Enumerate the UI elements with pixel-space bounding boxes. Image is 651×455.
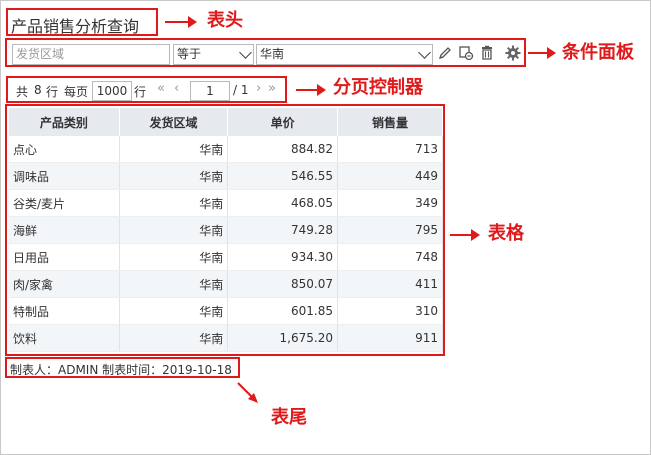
cell-category: 海鲜	[9, 216, 120, 244]
condition-arrow-icon	[528, 47, 556, 59]
table-row: 日用品 华南 934.30 748	[9, 243, 444, 271]
current-page-input[interactable]: 1	[190, 81, 230, 101]
pager-per-page-label: 每页	[64, 85, 89, 99]
cell-region: 华南	[119, 324, 229, 352]
cell-price: 884.82	[227, 136, 338, 163]
column-header[interactable]: 发货区域	[119, 108, 229, 136]
chevron-down-icon	[239, 46, 252, 59]
annotation-table: 表格	[488, 223, 524, 244]
column-header[interactable]: 销售量	[337, 108, 444, 136]
cell-quantity: 310	[337, 297, 444, 325]
data-table-box: 产品类别 发货区域 单价 销售量 点心 华南 884.82 713 调味品 华南…	[5, 104, 445, 356]
cell-quantity: 449	[337, 162, 444, 190]
table-row: 特制品 华南 601.85 310	[9, 297, 444, 325]
column-header[interactable]: 产品类别	[9, 108, 120, 136]
pager-panel: 共 8 行 每页 1000 行 « ‹ 1 / 1 › »	[6, 76, 287, 103]
cell-price: 1,675.20	[227, 324, 338, 352]
cell-price: 749.28	[227, 216, 338, 244]
pager-per-page-suffix: 行	[134, 85, 147, 99]
report-footer-box: 制表人：ADMIN 制表时间：2019-10-18	[5, 357, 240, 378]
per-page-input[interactable]: 1000	[92, 81, 132, 101]
pager-total: 8	[34, 83, 42, 97]
cell-category: 肉/家禽	[9, 270, 120, 298]
cell-category: 日用品	[9, 243, 120, 271]
cell-category: 饮料	[9, 324, 120, 352]
cell-category: 调味品	[9, 162, 120, 190]
edit-icon[interactable]	[437, 45, 453, 61]
cell-region: 华南	[119, 297, 229, 325]
cell-price: 850.07	[227, 270, 338, 298]
table-header-row: 产品类别 发货区域 单价 销售量	[9, 108, 444, 136]
pager-total-prefix: 共	[16, 85, 29, 99]
cell-region: 华南	[119, 136, 229, 163]
header-arrow-icon	[165, 16, 197, 28]
last-page-icon[interactable]: »	[268, 81, 276, 96]
operator-value: 等于	[177, 47, 202, 61]
cell-quantity: 411	[337, 270, 444, 298]
gear-icon[interactable]	[505, 45, 521, 61]
copy-filter-icon[interactable]	[458, 45, 474, 61]
pager-page-total: / 1	[233, 83, 249, 97]
column-header[interactable]: 单价	[227, 108, 338, 136]
cell-price: 546.55	[227, 162, 338, 190]
cell-quantity: 748	[337, 243, 444, 271]
chevron-down-icon	[418, 46, 431, 59]
cell-price: 468.05	[227, 189, 338, 217]
cell-region: 华南	[119, 243, 229, 271]
table-arrow-icon	[450, 229, 480, 241]
cell-quantity: 349	[337, 189, 444, 217]
condition-panel: 发货区域 等于 华南	[5, 38, 526, 67]
trash-icon[interactable]	[479, 45, 495, 61]
footer-arrow-icon	[237, 382, 258, 403]
cell-region: 华南	[119, 216, 229, 244]
report-header-box: 产品销售分析查询	[6, 8, 158, 36]
cell-region: 华南	[119, 162, 229, 190]
pager-total-suffix: 行	[46, 85, 59, 99]
pager-arrow-icon	[296, 84, 326, 96]
annotation-pager: 分页控制器	[333, 77, 423, 98]
cell-region: 华南	[119, 189, 229, 217]
annotation-condition: 条件面板	[562, 42, 634, 63]
report-title: 产品销售分析查询	[11, 17, 140, 36]
report-footer-text: 制表人：ADMIN 制表时间：2019-10-18	[10, 363, 232, 377]
cell-quantity: 795	[337, 216, 444, 244]
table-row: 调味品 华南 546.55 449	[9, 162, 444, 190]
annotation-header: 表头	[207, 10, 243, 31]
condition-value-select[interactable]: 华南	[256, 44, 433, 65]
next-page-icon[interactable]: ›	[256, 81, 261, 96]
condition-value: 华南	[260, 47, 285, 61]
data-table: 产品类别 发货区域 单价 销售量 点心 华南 884.82 713 调味品 华南…	[9, 108, 444, 352]
cell-price: 934.30	[227, 243, 338, 271]
annotation-footer: 表尾	[271, 407, 307, 428]
cell-price: 601.85	[227, 297, 338, 325]
table-row: 点心 华南 884.82 713	[9, 136, 444, 163]
cell-quantity: 911	[337, 324, 444, 352]
cell-category: 点心	[9, 136, 120, 163]
cell-region: 华南	[119, 270, 229, 298]
condition-field-input[interactable]: 发货区域	[12, 44, 170, 65]
cell-category: 谷类/麦片	[9, 189, 120, 217]
table-row: 海鲜 华南 749.28 795	[9, 216, 444, 244]
table-row: 谷类/麦片 华南 468.05 349	[9, 189, 444, 217]
cell-quantity: 713	[337, 136, 444, 163]
cell-category: 特制品	[9, 297, 120, 325]
table-row: 饮料 华南 1,675.20 911	[9, 324, 444, 352]
prev-page-icon[interactable]: ‹	[174, 81, 179, 96]
table-row: 肉/家禽 华南 850.07 411	[9, 270, 444, 298]
first-page-icon[interactable]: «	[157, 81, 165, 96]
condition-operator-select[interactable]: 等于	[173, 44, 254, 65]
